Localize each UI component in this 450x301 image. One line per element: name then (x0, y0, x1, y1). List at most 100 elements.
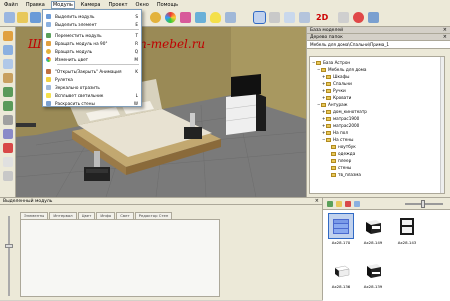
tree-node[interactable]: + Ручки (322, 87, 346, 94)
save-project-icon[interactable] (30, 12, 41, 23)
up-arrow-icon[interactable] (3, 87, 13, 97)
menu-camera[interactable]: Камера (80, 2, 102, 8)
nightstand-right (184, 127, 202, 139)
render-icon[interactable] (368, 12, 379, 23)
copy-tool-icon[interactable] (3, 157, 13, 167)
group-tool-icon[interactable] (3, 129, 13, 139)
folder-icon[interactable] (336, 201, 342, 207)
layer-tool-icon[interactable] (3, 115, 13, 125)
add-icon[interactable] (327, 201, 333, 207)
tab-light[interactable]: Свет (116, 212, 134, 219)
wall-shelf (16, 123, 36, 127)
tab-color[interactable]: Цвет (77, 212, 96, 219)
menu-project[interactable]: Проект (108, 2, 129, 8)
grid-icon[interactable] (338, 12, 349, 23)
menu-item-rotate-90[interactable]: Вращать модуль на 90° R (43, 39, 141, 47)
wall-tool-icon[interactable] (3, 31, 13, 41)
settings-tool-icon[interactable] (3, 171, 13, 181)
tree-node[interactable]: стены (327, 164, 351, 171)
close-icon[interactable]: × (443, 27, 447, 34)
dresser-side (256, 93, 266, 131)
tree-node[interactable]: + Кровати (322, 94, 351, 101)
menu-item-mirror[interactable]: Зеркально отразить (43, 83, 141, 91)
tree-node[interactable]: + матрас2000 (322, 122, 359, 129)
thumbnail-item[interactable]: Ax28.143 (393, 212, 421, 248)
tab-info[interactable]: Инфо (96, 212, 116, 219)
tree-node[interactable]: + Спальни (322, 80, 352, 87)
tape-measure-icon (46, 76, 51, 82)
close-icon[interactable]: × (443, 34, 447, 41)
tree-node[interactable]: тв_плазма (327, 171, 361, 178)
new-project-icon[interactable] (4, 12, 15, 23)
menu-item-change-color[interactable]: Изменить цвет M (43, 55, 141, 63)
tree-node[interactable]: + матрас1900 (322, 115, 359, 122)
scissors-icon[interactable] (269, 12, 280, 23)
folder-icon (321, 102, 326, 107)
slider-knob[interactable] (421, 200, 425, 208)
model-browser: Ax28.170 Ax28.149 Ax28.143 Ax28.136 Ax28… (322, 197, 450, 301)
tab-wall-editor[interactable]: Редактор Стен (134, 212, 173, 219)
close-icon[interactable]: × (315, 198, 319, 205)
paint-walls-icon (46, 100, 51, 106)
menu-module[interactable]: Модуль (50, 0, 75, 9)
delete-tool-icon[interactable] (3, 143, 13, 153)
tab-interval[interactable]: Интервал (49, 212, 77, 219)
delete-icon[interactable] (345, 201, 351, 207)
tree-node[interactable]: ноутбук (327, 143, 356, 150)
hand-pan-icon[interactable] (253, 11, 266, 24)
menu-item-tape-measure[interactable]: Рулетка (43, 75, 141, 83)
menu-item-lamp[interactable]: Всплывет светильник L (43, 91, 141, 99)
menu-file[interactable]: Файл (3, 2, 19, 8)
tree-node[interactable]: − Мебель для дома (317, 66, 366, 73)
tree-node[interactable]: − База Астрон (312, 59, 350, 66)
bug-report-icon[interactable] (353, 12, 364, 23)
lamp-icon (46, 92, 51, 98)
color-wheel-icon[interactable] (165, 12, 176, 23)
menu-item-select-module[interactable]: Выделить модуль S (43, 12, 141, 20)
light-bulb-icon[interactable] (210, 12, 221, 23)
menu-item-move-module[interactable]: Переместить модуль T (43, 31, 141, 39)
tree-node[interactable]: − На стены (322, 136, 353, 143)
menu-separator (57, 29, 139, 30)
view-2d-icon[interactable]: 2D (316, 13, 328, 22)
tree-node[interactable]: плеер (327, 157, 351, 164)
info-icon[interactable] (195, 12, 206, 23)
rotate-tool-icon[interactable] (150, 12, 161, 23)
thumbnail-item[interactable]: Ax28.149 (359, 212, 387, 248)
zoom-extents-icon[interactable] (299, 12, 310, 23)
menu-item-select-element[interactable]: Выделить элемент E (43, 20, 141, 28)
thumbnail-item[interactable]: Ax28.170 (327, 212, 355, 248)
window-tool-icon[interactable] (3, 59, 13, 69)
menu-window[interactable]: Окно (135, 2, 150, 8)
measure-icon[interactable] (284, 12, 295, 23)
wardrobe-thumbnail (400, 218, 414, 235)
tree-node[interactable]: + дом_кинотеатр (322, 108, 367, 115)
menu-item-animation[interactable]: "Открыть/Закрыть" Анимация K (43, 67, 141, 75)
tree-node[interactable]: − Антураж (317, 101, 348, 108)
floor-tool-icon[interactable] (3, 73, 13, 83)
material-icon[interactable] (180, 12, 191, 23)
thumbnail-item[interactable]: Ax28.136 (327, 256, 355, 292)
left-tool-column (0, 27, 16, 197)
menu-item-paint-walls[interactable]: Раскрасить стены W (43, 99, 141, 107)
tree-node[interactable]: + На пол (322, 129, 348, 136)
tab-elements[interactable]: Элементы (20, 212, 49, 219)
folder-icon (331, 158, 336, 163)
refresh-icon[interactable] (354, 201, 360, 207)
tree-node[interactable]: + Шкафы (322, 73, 349, 80)
menu-help[interactable]: Помощь (156, 2, 179, 8)
vertical-slider[interactable] (5, 216, 13, 296)
tree-node[interactable]: одежда (327, 150, 355, 157)
menu-edit[interactable]: Правка (25, 2, 46, 8)
thumbnail-item[interactable]: Ax28.139 (359, 256, 387, 292)
camera-icon[interactable] (225, 12, 236, 23)
change-color-icon (46, 56, 51, 62)
door-tool-icon[interactable] (3, 45, 13, 55)
down-arrow-icon[interactable] (3, 101, 13, 111)
tree-scrollbar[interactable] (440, 57, 444, 193)
folder-icon (326, 137, 331, 142)
open-project-icon[interactable] (17, 12, 28, 23)
tree-panel-title: Дерево папок × (307, 34, 450, 41)
menu-item-rotate-module[interactable]: Вращать модуль Q (43, 47, 141, 55)
slider-knob[interactable] (5, 244, 13, 248)
